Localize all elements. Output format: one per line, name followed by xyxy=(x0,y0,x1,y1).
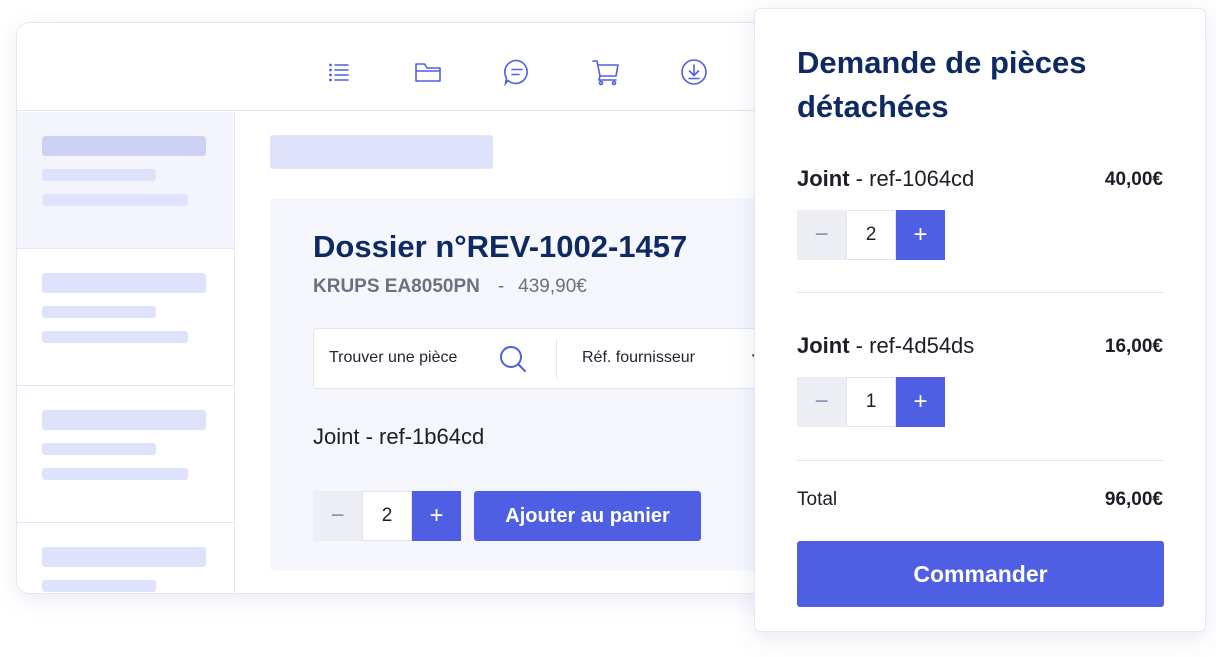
part-label: Joint - ref-1b64cd xyxy=(313,424,485,449)
increment-button[interactable]: + xyxy=(412,491,461,541)
part-name: Joint xyxy=(797,166,850,191)
panel-title: Demande de pièces détachées xyxy=(797,45,1087,124)
decrement-button[interactable]: − xyxy=(313,491,362,541)
cart-item-name: Joint - ref-4d54ds xyxy=(797,333,974,359)
divider xyxy=(797,460,1164,461)
skeleton-line xyxy=(42,136,206,156)
part-name: Joint xyxy=(797,333,850,358)
skeleton-line xyxy=(42,331,188,343)
total-label: Total xyxy=(797,489,838,510)
sidebar-item[interactable] xyxy=(17,249,234,386)
quantity-value[interactable]: 2 xyxy=(362,491,412,541)
chat-icon[interactable] xyxy=(502,57,532,87)
sidebar xyxy=(17,112,235,593)
folder-icon[interactable] xyxy=(413,57,443,87)
part-ref: - ref-4d54ds xyxy=(849,333,975,358)
add-to-cart-button[interactable]: Ajouter au panier xyxy=(474,491,701,541)
cart-item-price: 40,00€ xyxy=(1104,169,1163,190)
search-icon[interactable] xyxy=(497,343,529,375)
order-button[interactable]: Commander xyxy=(797,541,1164,607)
app-window: Dossier n°REV-1002-1457 KRUPS EA8050PN -4… xyxy=(16,22,796,594)
decrement-button[interactable]: − xyxy=(797,210,846,260)
total-value: 96,00€ xyxy=(1104,489,1163,510)
supplier-ref-select[interactable]: Réf. fournisseur xyxy=(582,349,695,367)
cart-item-price: 16,00€ xyxy=(1104,336,1163,357)
quantity-value[interactable]: 1 xyxy=(846,377,896,427)
skeleton-line xyxy=(42,468,188,480)
dossier-subtitle: KRUPS EA8050PN -439,90€ xyxy=(313,276,587,298)
separator: - xyxy=(497,276,505,297)
breadcrumb xyxy=(270,135,493,169)
increment-button[interactable]: + xyxy=(896,210,945,260)
list-icon[interactable] xyxy=(324,57,354,87)
quantity-stepper: − 1 + xyxy=(797,377,945,427)
sidebar-item[interactable] xyxy=(17,386,234,523)
skeleton-line xyxy=(42,306,156,318)
decrement-button[interactable]: − xyxy=(797,377,846,427)
skeleton-line xyxy=(42,169,156,181)
cart-item-name: Joint - ref-1064cd xyxy=(797,166,974,192)
cart-icon[interactable] xyxy=(591,57,621,87)
product-price: 439,90€ xyxy=(518,276,587,297)
top-toolbar xyxy=(17,23,795,111)
part-ref: - ref-1064cd xyxy=(849,166,975,191)
skeleton-line xyxy=(42,580,156,592)
quantity-value[interactable]: 2 xyxy=(846,210,896,260)
dossier-card: Dossier n°REV-1002-1457 KRUPS EA8050PN -4… xyxy=(270,198,795,571)
download-icon[interactable] xyxy=(679,57,709,87)
quantity-stepper: − 2 + xyxy=(313,491,461,541)
sidebar-item[interactable] xyxy=(17,523,234,593)
dossier-title: Dossier n°REV-1002-1457 xyxy=(313,229,688,264)
skeleton-line xyxy=(42,194,188,206)
sidebar-item[interactable] xyxy=(17,112,234,249)
skeleton-line xyxy=(42,273,206,293)
part-search-input[interactable]: Trouver une pièce xyxy=(329,349,457,367)
increment-button[interactable]: + xyxy=(896,377,945,427)
divider xyxy=(556,339,557,379)
product-model: KRUPS EA8050PN xyxy=(313,276,480,297)
skeleton-line xyxy=(42,547,206,567)
parts-request-panel: Demande de pièces détachées Joint - ref-… xyxy=(754,8,1206,632)
quantity-stepper: − 2 + xyxy=(797,210,945,260)
divider xyxy=(797,292,1164,293)
skeleton-line xyxy=(42,410,206,430)
part-search-bar: Trouver une pièce Réf. fournisseur xyxy=(313,328,795,389)
skeleton-line xyxy=(42,443,156,455)
